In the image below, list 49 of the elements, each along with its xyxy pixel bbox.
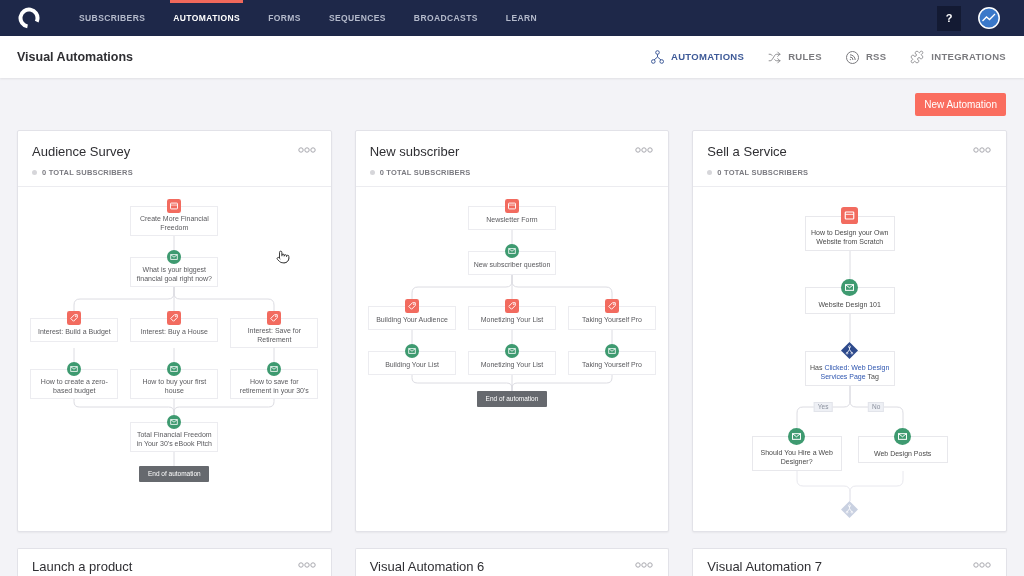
- status-dot-icon: [369, 170, 375, 175]
- automation-card[interactable]: [17, 130, 332, 532]
- shuffle-icon: [768, 50, 782, 64]
- card-title: Visual Automation 7: [707, 559, 822, 575]
- help-button[interactable]: ?: [937, 5, 961, 31]
- line-chart-avatar-icon[interactable]: [978, 7, 1000, 29]
- card-title: Launch a product: [32, 559, 133, 575]
- nav-link[interactable]: BROADCASTS: [410, 0, 481, 36]
- tag-icon: [267, 311, 282, 325]
- tag-icon: [67, 311, 82, 325]
- tag-icon: [405, 299, 419, 313]
- logo-icon[interactable]: [18, 7, 40, 29]
- tag-icon: [605, 299, 619, 313]
- card-title: Visual Automation 6: [369, 559, 485, 575]
- more-options-icon[interactable]: [973, 147, 991, 153]
- rss-icon: [845, 50, 859, 64]
- tag-icon: [167, 311, 182, 325]
- hand-cursor-icon: [276, 250, 290, 264]
- card-title: New subscriber: [369, 144, 460, 160]
- tab[interactable]: RSS: [845, 49, 887, 65]
- status-dot-icon: [32, 170, 37, 175]
- more-options-icon[interactable]: [635, 562, 654, 568]
- puzzle-icon: [910, 50, 925, 64]
- tab[interactable]: INTEGRATIONS: [910, 49, 1006, 65]
- nav-link[interactable]: AUTOMATIONS: [170, 0, 244, 36]
- card-title: Audience Survey: [32, 144, 131, 160]
- nav-link[interactable]: LEARN: [502, 0, 541, 36]
- more-options-icon[interactable]: [297, 562, 316, 568]
- automation-card[interactable]: Visual Automation 6: [354, 548, 670, 576]
- branch-icon: [651, 50, 665, 64]
- form-icon: [167, 199, 182, 213]
- connector-line: [849, 385, 904, 428]
- status-dot-icon: [707, 170, 713, 175]
- form-icon: [505, 199, 519, 213]
- automation-card[interactable]: Launch a product: [17, 548, 332, 576]
- automation-card[interactable]: Visual Automation 7: [692, 548, 1007, 576]
- tab[interactable]: RULES: [768, 49, 822, 65]
- tab[interactable]: AUTOMATIONS: [651, 49, 745, 65]
- more-options-icon[interactable]: [297, 147, 316, 153]
- more-options-icon[interactable]: [635, 147, 654, 153]
- nav-link[interactable]: SUBSCRIBERS: [76, 0, 149, 36]
- nav-link[interactable]: FORMS: [265, 0, 304, 36]
- tag-icon: [505, 299, 519, 313]
- automation-card[interactable]: [354, 130, 670, 532]
- card-title: Sell a Service: [707, 144, 787, 160]
- more-options-icon[interactable]: [973, 562, 991, 568]
- nav-link[interactable]: SEQUENCES: [325, 0, 389, 36]
- connector-line: [849, 470, 904, 502]
- page-title: Visual Automations: [17, 48, 133, 66]
